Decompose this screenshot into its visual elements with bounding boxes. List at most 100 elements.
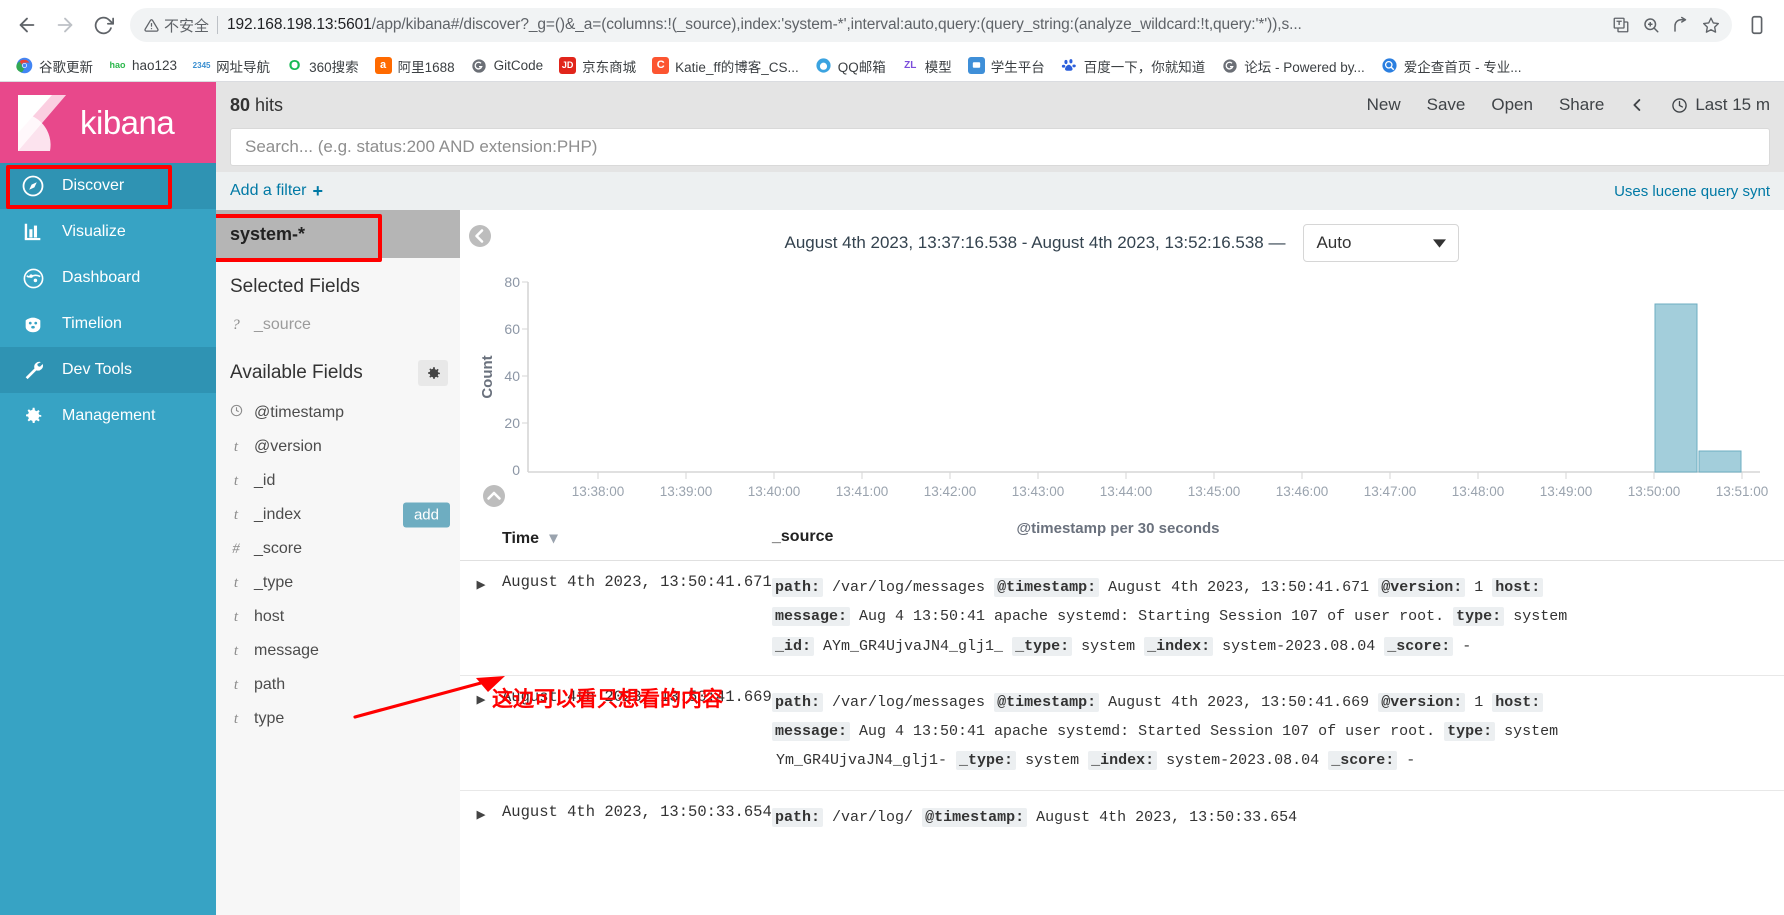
field-item-version[interactable]: t @version — [216, 430, 460, 464]
bookmark-item[interactable]: JD 京东商城 — [551, 53, 644, 79]
sidebar-item-management[interactable]: Management — [0, 393, 216, 439]
bookmark-label: 360搜索 — [309, 59, 359, 75]
index-pattern-selector[interactable]: system-* — [216, 210, 460, 258]
student-platform-icon — [967, 57, 985, 74]
field-item-id[interactable]: t _id — [216, 464, 460, 498]
sidebar-item-discover[interactable]: Discover — [0, 163, 216, 209]
bookmark-item[interactable]: 百度一下，你就知道 — [1053, 53, 1214, 79]
bookmark-item[interactable]: 学生平台 — [960, 53, 1053, 79]
bookmark-item[interactable]: 论坛 - Powered by... — [1213, 53, 1373, 79]
chart-xlabel: @timestamp per 30 seconds — [1016, 520, 1220, 537]
bookmark-item[interactable]: 爱企查首页 - 专业... — [1373, 53, 1530, 79]
url-text[interactable]: 192.168.198.13:5601/app/kibana#/discover… — [227, 16, 1606, 34]
bookmark-item[interactable]: hao hao123 — [101, 54, 185, 77]
sidebar-item-visualize[interactable]: Visualize — [0, 209, 216, 255]
chevron-up-circle-icon[interactable] — [482, 484, 506, 508]
selected-fields-header: Selected Fields — [216, 258, 460, 308]
field-key: _score: — [1328, 751, 1398, 771]
field-item-typefield[interactable]: t type — [216, 702, 460, 736]
sidebar-item-timelion[interactable]: Timelion — [0, 301, 216, 347]
bookmark-label: 学生平台 — [990, 59, 1045, 75]
bookmark-label: 爱企查首页 - 专业... — [1403, 59, 1522, 75]
field-value: Aug 4 13:50:41 apache systemd: Started S… — [859, 723, 1436, 740]
back-icon[interactable] — [10, 8, 44, 42]
qqmail-icon — [815, 57, 832, 74]
table-row[interactable]: ▶ August 4th 2023, 13:50:33.654 path: /v… — [460, 791, 1784, 846]
svg-text:13:51:00: 13:51:00 — [1716, 484, 1769, 499]
bookmark-item[interactable]: O 360搜索 — [278, 53, 367, 79]
bookmark-item[interactable]: GitCode — [463, 54, 552, 77]
bookmark-item[interactable]: C Katie_ff的博客_CS... — [644, 53, 807, 79]
browser-chrome: 不安全 192.168.198.13:5601/app/kibana#/disc… — [0, 0, 1784, 82]
url-host: 192.168.198.13:5601 — [227, 16, 372, 33]
field-item-path[interactable]: t path — [216, 668, 460, 702]
add-filter-button[interactable]: Add a filter + — [230, 182, 323, 200]
table-row[interactable]: ▶ August 4th 2023, 13:50:41.671 path: /v… — [460, 561, 1784, 676]
profile-icon[interactable] — [1740, 8, 1774, 42]
aiqicha-icon — [1381, 57, 1398, 74]
field-key: host: — [1492, 692, 1544, 712]
field-item-timestamp[interactable]: @timestamp — [216, 396, 460, 430]
field-type-icon: t — [233, 642, 239, 659]
translate-icon[interactable] — [1606, 10, 1636, 40]
field-key: host: — [1492, 578, 1544, 597]
bookmark-item[interactable]: ZL 模型 — [894, 53, 960, 79]
zoom-icon[interactable] — [1636, 10, 1666, 40]
save-button[interactable]: Save — [1427, 95, 1466, 115]
baidu-icon — [1061, 57, 1078, 74]
add-field-button[interactable]: add — [402, 502, 450, 528]
bookmark-item[interactable]: 2345 网址导航 — [185, 53, 278, 79]
plus-icon: + — [312, 181, 323, 201]
caret-right-icon[interactable]: ▶ — [460, 803, 502, 832]
field-key: @version: — [1378, 692, 1466, 712]
topbar-actions: New Save Open Share Last 15 m — [1367, 95, 1770, 115]
bookmark-item[interactable]: 谷歌更新 — [8, 53, 101, 79]
sidebar-item-dev-tools[interactable]: Dev Tools — [0, 347, 216, 393]
bookmark-item[interactable]: QQ邮箱 — [807, 53, 894, 79]
bookmark-label: hao123 — [132, 58, 178, 73]
field-item-source[interactable]: ? _source — [216, 308, 460, 342]
address-bar[interactable]: 不安全 192.168.198.13:5601/app/kibana#/disc… — [130, 8, 1732, 42]
bookmark-label: 论坛 - Powered by... — [1244, 59, 1365, 75]
histogram-chart[interactable]: 80 60 40 20 0 Count 13:38:00 13:39:00 13… — [460, 268, 1784, 537]
field-item-message[interactable]: t message — [216, 634, 460, 668]
annotation-text: 这边可以看只想看的内容 — [492, 688, 723, 711]
jd-icon: JD — [559, 57, 577, 74]
interval-select[interactable]: Auto — [1303, 224, 1460, 262]
share-button[interactable]: Share — [1559, 95, 1604, 115]
svg-text:Count: Count — [479, 355, 496, 398]
star-icon[interactable] — [1696, 10, 1726, 40]
field-name: _source — [254, 316, 311, 333]
kibana-logo[interactable]: kibana — [0, 82, 216, 163]
search-box[interactable] — [230, 128, 1770, 166]
new-button[interactable]: New — [1367, 95, 1401, 115]
field-item-score[interactable]: # _score — [216, 532, 460, 566]
field-item-host[interactable]: t host — [216, 600, 460, 634]
security-status[interactable]: 不安全 — [144, 15, 217, 36]
discover-body: system-* Selected Fields ? _source Avail… — [216, 210, 1784, 915]
warning-icon — [144, 18, 159, 32]
field-item-index[interactable]: t _index add — [216, 498, 460, 532]
share-icon[interactable] — [1666, 10, 1696, 40]
field-type-icon: # — [232, 540, 240, 557]
forward-icon[interactable] — [48, 8, 82, 42]
open-button[interactable]: Open — [1491, 95, 1533, 115]
chevron-left-circle-icon[interactable] — [468, 224, 492, 248]
svg-text:13:43:00: 13:43:00 — [1012, 484, 1065, 499]
reload-icon[interactable] — [86, 8, 120, 42]
so360-icon: O — [288, 57, 301, 74]
field-item-type[interactable]: t _type — [216, 566, 460, 600]
field-value: August 4th 2023, 13:50:33.654 — [1036, 808, 1298, 826]
lucene-syntax-note[interactable]: Uses lucene query synt — [1614, 183, 1770, 200]
gear-icon[interactable] — [418, 360, 448, 386]
time-range-picker[interactable]: Last 15 m — [1671, 95, 1770, 115]
bookmark-label: 京东商城 — [582, 59, 637, 75]
field-type-icon: t — [233, 438, 239, 455]
caret-right-icon[interactable]: ▶ — [460, 573, 502, 661]
sidebar-item-dashboard[interactable]: Dashboard — [0, 255, 216, 301]
search-input[interactable] — [245, 137, 1755, 157]
chevron-left-icon[interactable] — [1630, 96, 1645, 114]
svg-text:13:47:00: 13:47:00 — [1364, 484, 1417, 499]
bookmark-item[interactable]: a 阿里1688 — [367, 53, 463, 79]
bookmark-label: 网址导航 — [216, 59, 271, 75]
